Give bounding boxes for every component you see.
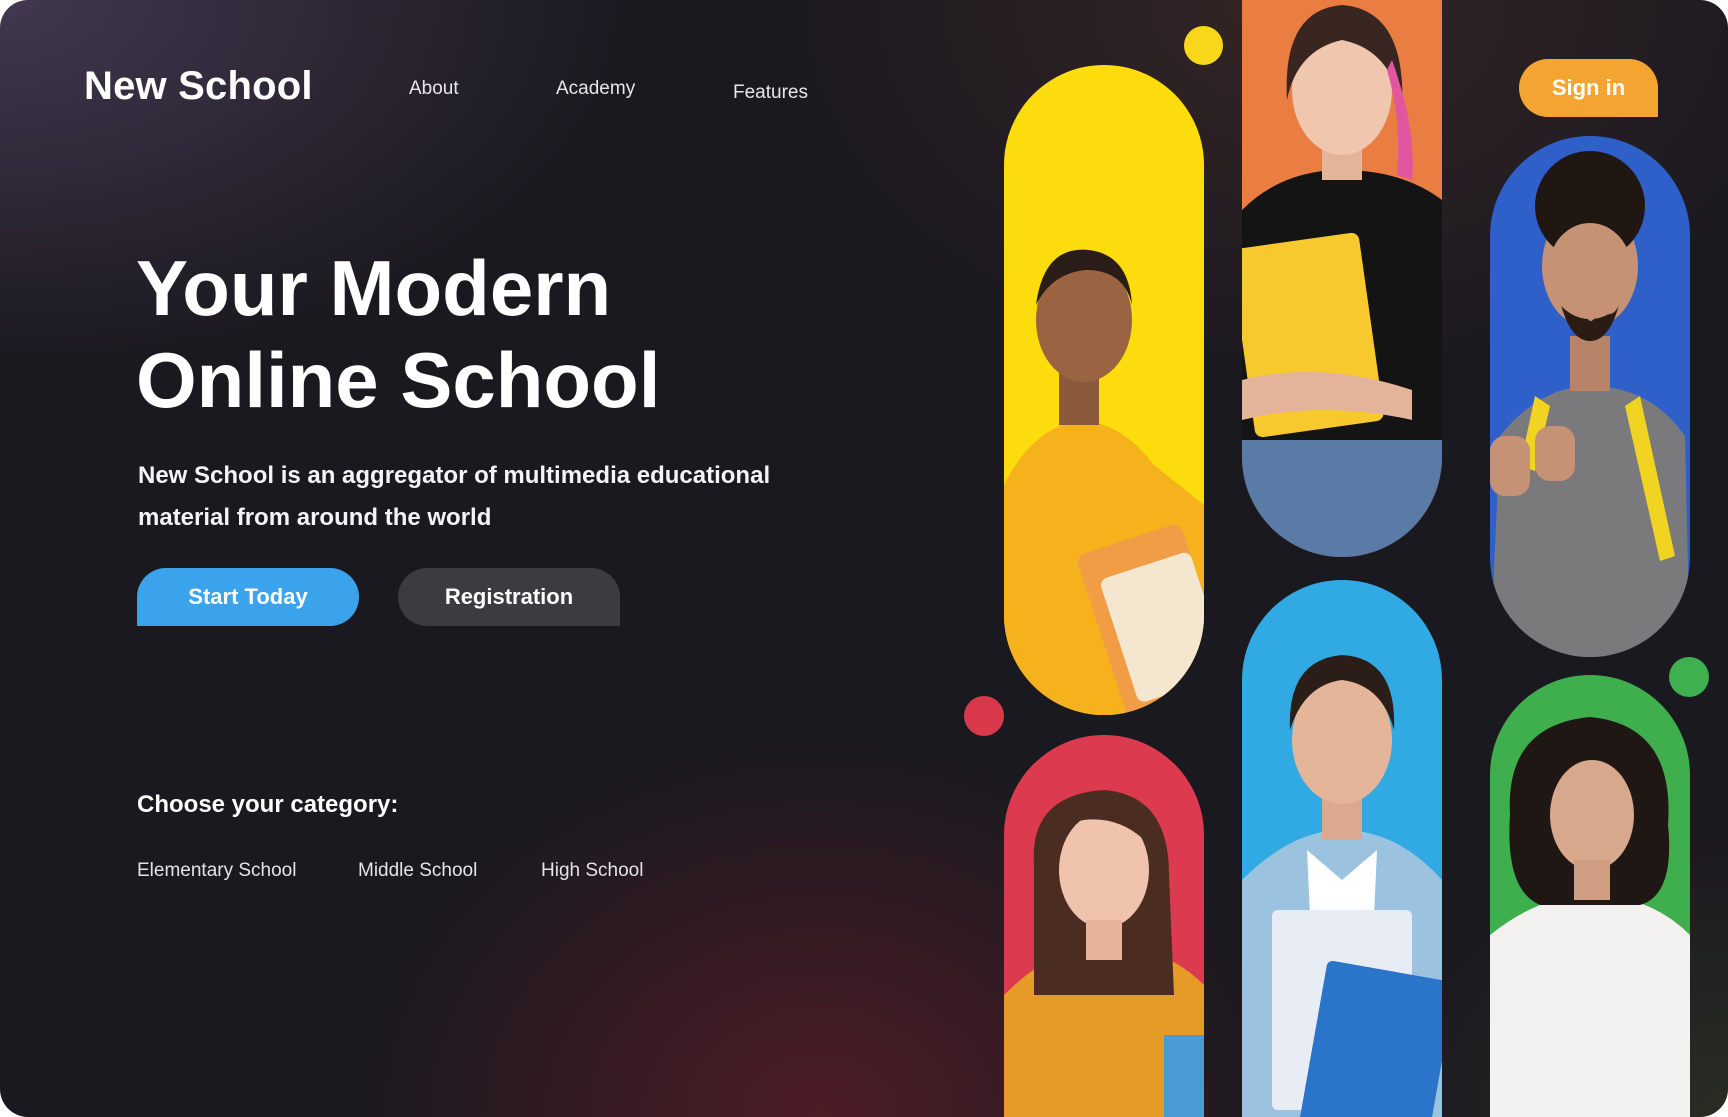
student-photo-cyan (1242, 580, 1442, 1117)
decorative-dot-yellow (1184, 26, 1223, 65)
student-photo-yellow (1004, 65, 1204, 715)
category-title: Choose your category: (137, 791, 399, 818)
student-avatar-icon (1004, 790, 1204, 1117)
hero-title-line-2: Online School (136, 336, 661, 424)
category-middle-school[interactable]: Middle School (358, 860, 477, 882)
student-avatar-icon (1242, 655, 1442, 1117)
landing-page: New School About Academy Features Sign i… (0, 0, 1728, 1117)
registration-button[interactable]: Registration (398, 568, 620, 626)
nav-features[interactable]: Features (733, 82, 808, 104)
logo[interactable]: New School (84, 64, 313, 109)
student-avatar-icon (1004, 249, 1204, 715)
student-photo-red (1004, 735, 1204, 1117)
student-photo-orange (1242, 0, 1442, 557)
student-avatar-icon (1490, 717, 1690, 1117)
hero-title-line-1: Your Modern (136, 244, 612, 332)
sign-in-button[interactable]: Sign in (1519, 59, 1658, 117)
category-elementary-school[interactable]: Elementary School (137, 860, 296, 882)
decorative-dot-red (964, 696, 1004, 736)
student-avatar-icon (1242, 5, 1442, 557)
start-today-button[interactable]: Start Today (137, 568, 359, 626)
nav-academy[interactable]: Academy (556, 78, 635, 100)
student-photo-blue (1490, 136, 1690, 657)
student-photo-green (1490, 675, 1690, 1117)
category-high-school[interactable]: High School (541, 860, 643, 882)
hero-subtitle: New School is an aggregator of multimedi… (138, 462, 771, 531)
nav-about[interactable]: About (409, 78, 459, 100)
hero-title: Your Modern Online School (136, 242, 660, 426)
student-avatar-icon (1490, 151, 1690, 657)
